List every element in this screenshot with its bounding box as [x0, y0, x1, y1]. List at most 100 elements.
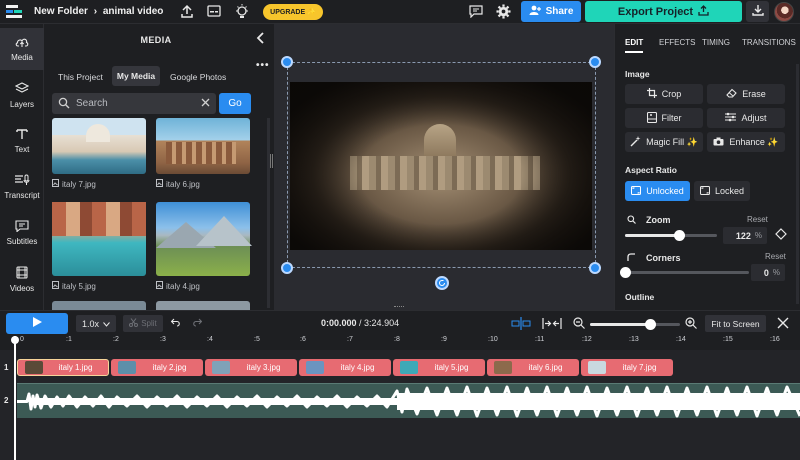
subtitles-toggle-icon[interactable]: [207, 5, 221, 17]
search-box[interactable]: Search: [52, 93, 216, 114]
download-button[interactable]: [746, 1, 769, 22]
filter-button[interactable]: Filter: [625, 108, 703, 128]
corners-reset-button[interactable]: Reset: [765, 252, 786, 261]
zoom-slider-thumb[interactable]: [673, 230, 685, 241]
user-avatar[interactable]: [774, 2, 794, 22]
export-project-button[interactable]: Export Project: [585, 1, 742, 22]
redo-icon[interactable]: [192, 318, 203, 330]
rail-item-media[interactable]: Media: [0, 28, 44, 70]
enhance-button[interactable]: Enhance ✨: [707, 132, 785, 152]
corners-slider[interactable]: [619, 267, 749, 278]
speed-select[interactable]: 1.0x: [76, 315, 116, 332]
breadcrumb-folder[interactable]: New Folder: [34, 6, 88, 17]
tab-timing[interactable]: TIMING: [702, 38, 730, 47]
app-logo[interactable]: [6, 5, 24, 19]
venice-dome: [86, 124, 110, 142]
zoom-in-icon[interactable]: [685, 317, 697, 332]
fit-tracks-icon[interactable]: [542, 317, 562, 333]
tab-transitions[interactable]: TRANSITIONS: [742, 38, 796, 47]
corners-slider-thumb[interactable]: [619, 267, 631, 278]
share-button[interactable]: Share: [521, 1, 581, 22]
timeline-zoom-slider[interactable]: [590, 319, 680, 330]
snap-icon[interactable]: [511, 317, 531, 333]
timeline-clip[interactable]: italy 2.jpg: [111, 359, 203, 376]
timeline-toolbar: 1.0x Split 0:00.000 / 3:24.904 Fit to Sc…: [0, 310, 800, 336]
search-input[interactable]: Search: [76, 98, 108, 109]
split-button[interactable]: Split: [123, 315, 163, 332]
close-timeline-icon[interactable]: [777, 317, 789, 332]
audio-track[interactable]: [17, 383, 800, 418]
zoom-keyframe-icon[interactable]: [775, 228, 787, 243]
tab-google-photos[interactable]: Google Photos: [170, 72, 226, 82]
media-thumb-partial[interactable]: [52, 301, 146, 310]
erase-button[interactable]: Erase: [707, 84, 785, 104]
rail-item-videos[interactable]: Videos: [0, 258, 44, 300]
corners-value-field[interactable]: 0 %: [751, 264, 785, 281]
playhead[interactable]: [14, 336, 16, 460]
media-thumb-italy-5[interactable]: [52, 202, 146, 276]
tab-my-media[interactable]: My Media: [112, 66, 160, 86]
rail-label: Videos: [9, 283, 35, 293]
media-thumb-italy-7[interactable]: [52, 118, 146, 174]
media-scrollbar[interactable]: [267, 118, 270, 308]
settings-gear-icon[interactable]: [496, 4, 511, 19]
timeline-ruler[interactable]: 0 :1 :2 :3 :4 :5 :6 :7 :8 :9 :10 :11 :12…: [0, 336, 800, 350]
playhead-handle[interactable]: [11, 336, 19, 344]
zoom-slider[interactable]: [625, 230, 717, 241]
upload-icon[interactable]: [180, 4, 194, 20]
collapse-panel-icon[interactable]: [256, 32, 266, 44]
rotate-handle-icon[interactable]: [435, 276, 449, 290]
undo-icon[interactable]: [170, 318, 181, 330]
timeline-clip[interactable]: italy 5.jpg: [393, 359, 485, 376]
media-thumb-partial[interactable]: [156, 301, 250, 310]
unlocked-button[interactable]: Unlocked: [625, 181, 690, 201]
breadcrumb-file[interactable]: animal video: [103, 6, 164, 17]
rail-item-transcript[interactable]: Transcript: [0, 166, 44, 208]
media-thumb-italy-6[interactable]: [156, 118, 250, 174]
top-bar: New Folder › animal video UPGRADE ✨ Shar…: [0, 0, 800, 24]
magic-fill-label: Magic Fill ✨: [646, 136, 698, 147]
timeline-clip[interactable]: italy 1.jpg: [17, 359, 109, 376]
tab-this-project[interactable]: This Project: [58, 72, 103, 82]
media-file-name: italy 4.jpg: [166, 281, 200, 291]
timeline-clip[interactable]: italy 4.jpg: [299, 359, 391, 376]
resize-handle-top-right[interactable]: [589, 56, 601, 68]
timeline-clip[interactable]: italy 7.jpg: [581, 359, 673, 376]
timeline-zoom-thumb[interactable]: [644, 319, 656, 330]
zoom-value-field[interactable]: 122 %: [723, 227, 767, 244]
rail-item-text[interactable]: Text: [0, 120, 44, 162]
zoom-out-icon[interactable]: [573, 317, 585, 332]
fit-to-screen-button[interactable]: Fit to Screen: [705, 315, 766, 332]
upgrade-button[interactable]: UPGRADE ✨: [263, 4, 323, 20]
media-thumb-italy-4[interactable]: [156, 202, 252, 276]
properties-scrollbar[interactable]: [796, 64, 799, 304]
rail-item-subtitles[interactable]: Subtitles: [0, 212, 44, 254]
clear-search-icon[interactable]: [201, 98, 210, 110]
lightbulb-icon[interactable]: [235, 4, 249, 20]
rail-item-layers[interactable]: Layers: [0, 74, 44, 116]
timeline-clip[interactable]: italy 6.jpg: [487, 359, 579, 376]
image-file-icon: [52, 179, 59, 189]
locked-button[interactable]: Locked: [694, 181, 750, 201]
zoom-slider-fill: [625, 234, 680, 237]
go-button[interactable]: Go: [219, 93, 251, 114]
preview-image[interactable]: [290, 82, 592, 250]
colosseum-arches: [166, 142, 236, 164]
resize-handle-bottom-right[interactable]: [589, 262, 601, 274]
resize-handle-top-left[interactable]: [281, 56, 293, 68]
timeline-clip[interactable]: italy 3.jpg: [205, 359, 297, 376]
magic-wand-icon: [630, 135, 641, 149]
zoom-reset-button[interactable]: Reset: [747, 215, 768, 224]
panel-resize-handle[interactable]: [270, 154, 273, 168]
adjust-button[interactable]: Adjust: [707, 108, 785, 128]
crop-button[interactable]: Crop: [625, 84, 703, 104]
tab-edit[interactable]: EDIT: [625, 38, 644, 53]
comments-icon[interactable]: [469, 5, 483, 19]
play-button[interactable]: [6, 313, 68, 334]
preview-resize-grip[interactable]: [394, 306, 404, 308]
tab-effects[interactable]: EFFECTS: [659, 38, 695, 47]
more-options-icon[interactable]: •••: [256, 60, 270, 71]
magic-fill-button[interactable]: Magic Fill ✨: [625, 132, 703, 152]
resize-handle-bottom-left[interactable]: [281, 262, 293, 274]
filter-label: Filter: [661, 113, 682, 123]
